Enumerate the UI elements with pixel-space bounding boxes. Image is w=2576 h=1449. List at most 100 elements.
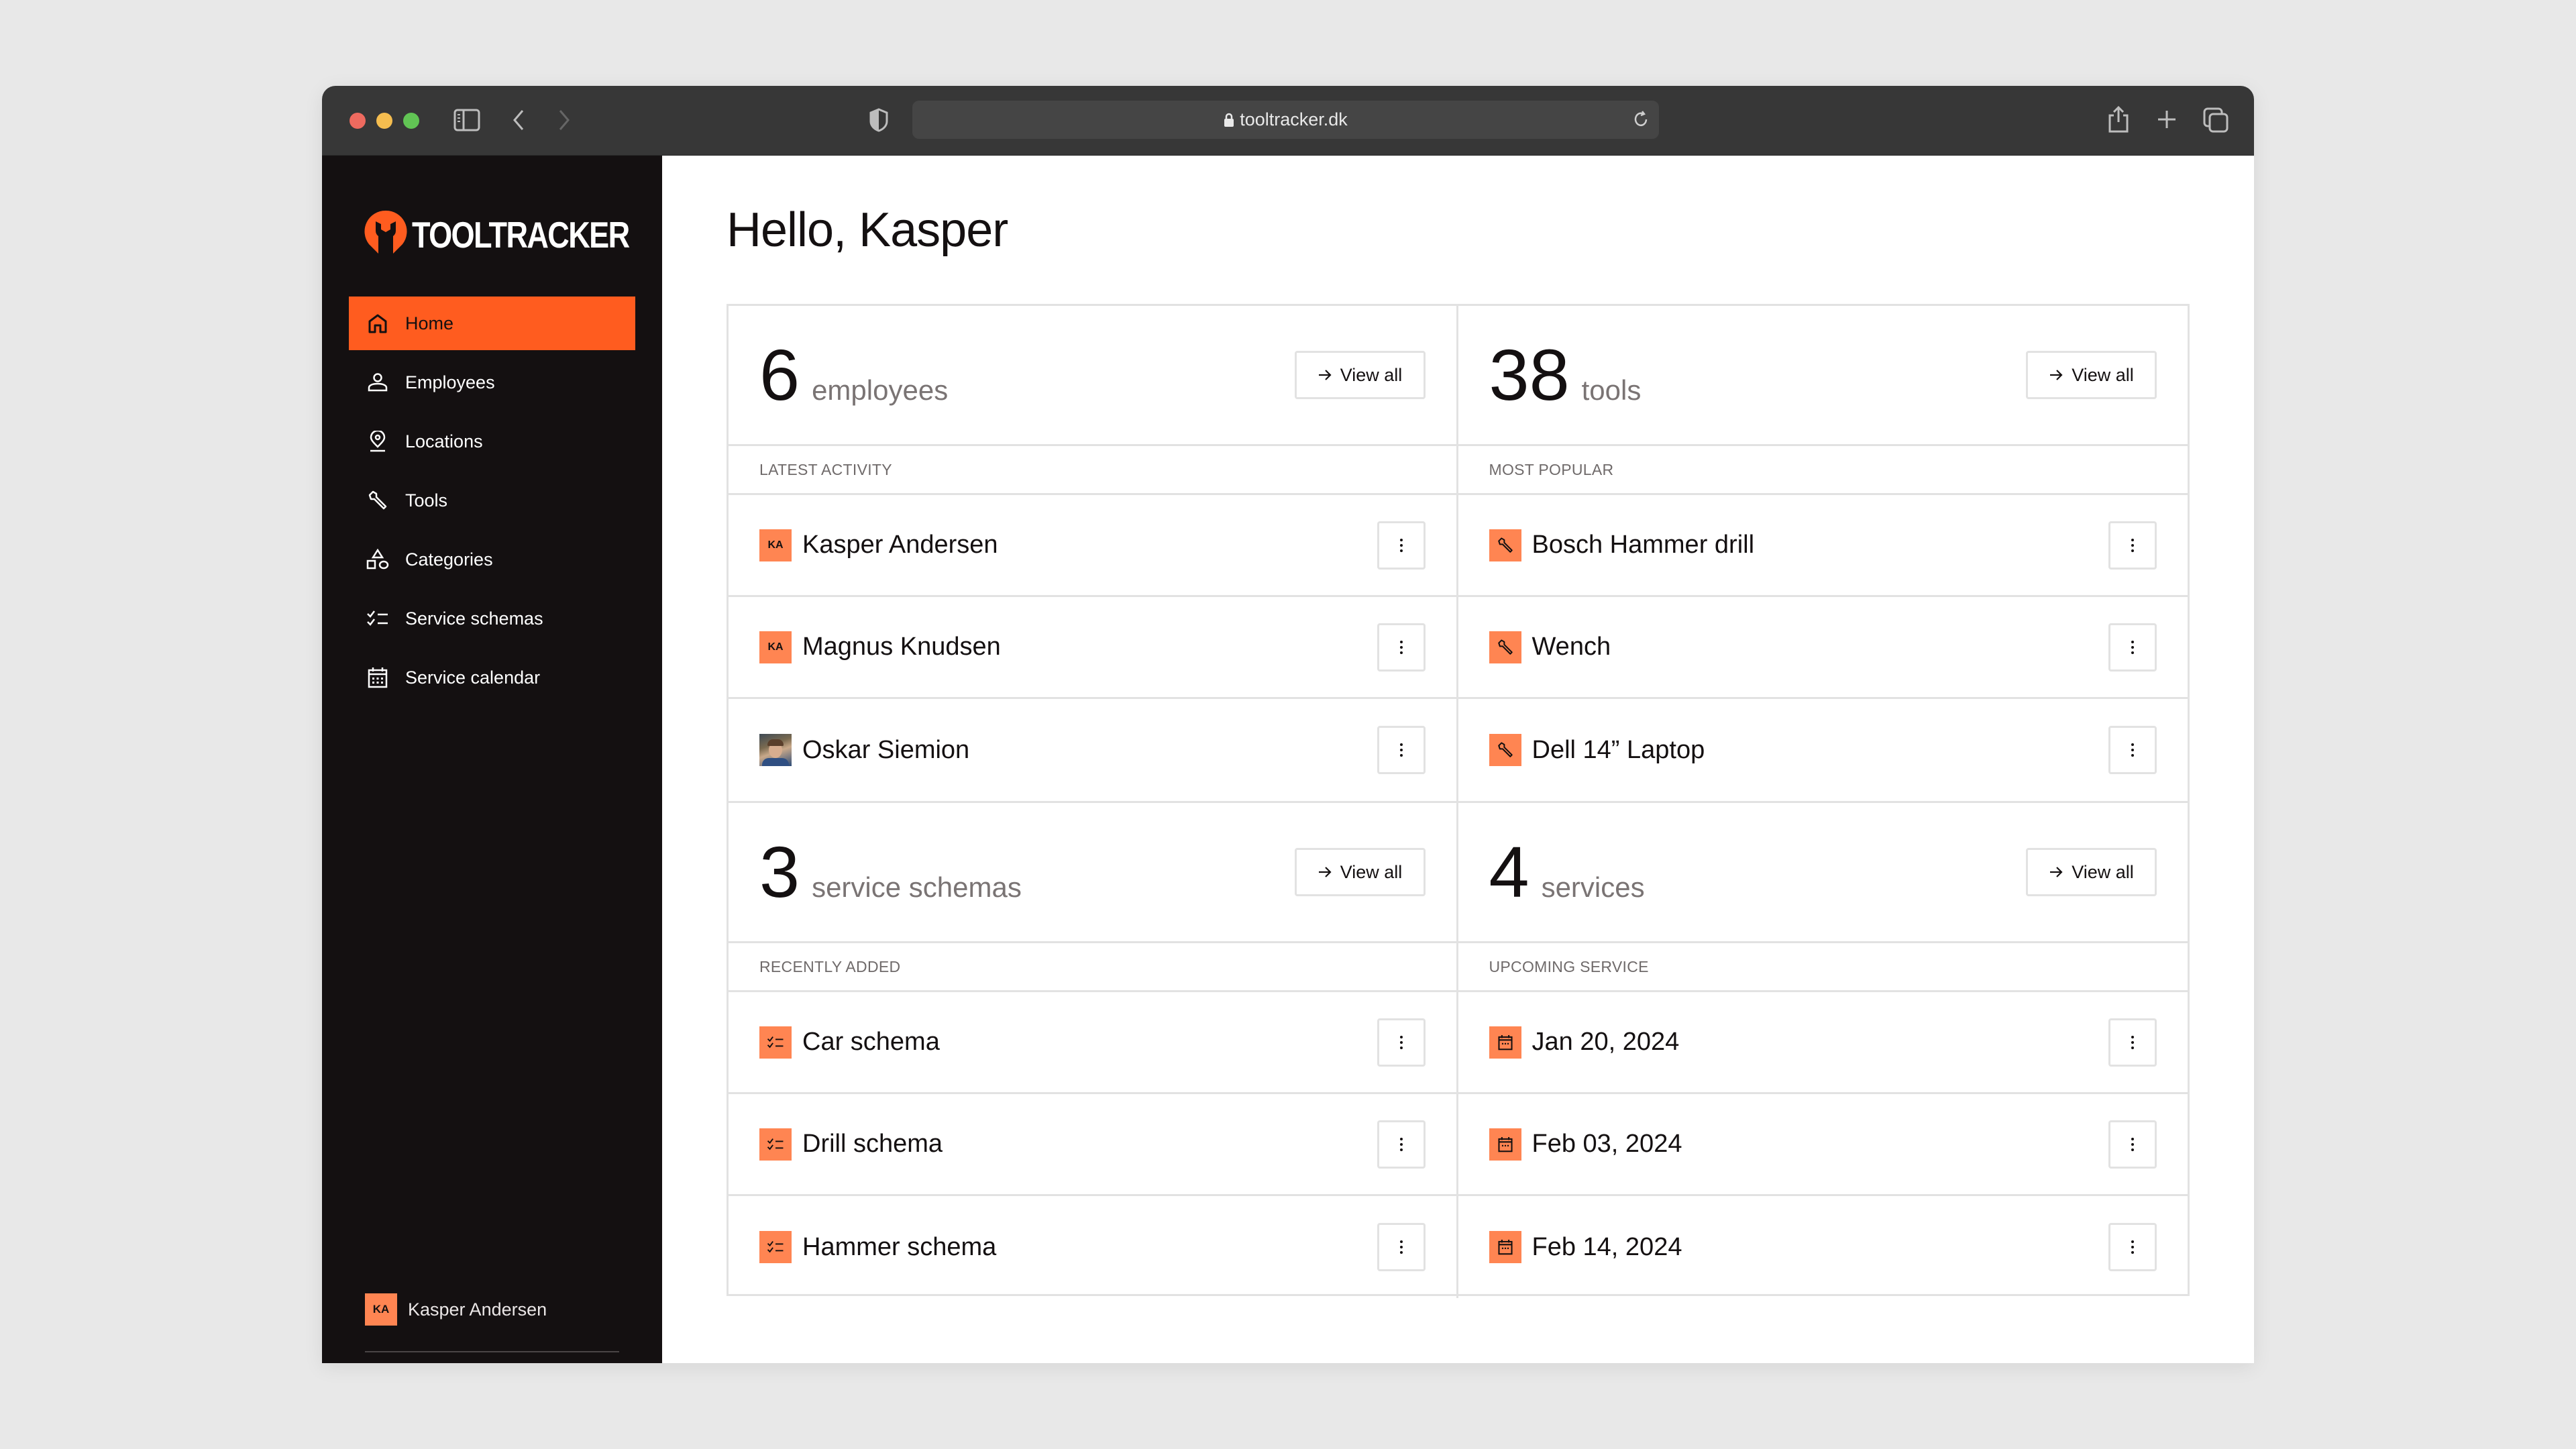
list-item[interactable]: Car schema [729, 992, 1456, 1094]
sidebar-item-label: Home [405, 313, 454, 333]
minimize-window-button[interactable] [376, 113, 392, 129]
list-item[interactable]: KA Kasper Andersen [729, 495, 1456, 597]
more-options-button[interactable] [1377, 726, 1426, 774]
calendar-icon [1489, 1231, 1521, 1263]
more-options-button[interactable] [1377, 623, 1426, 672]
sidebar-item-home[interactable]: Home [349, 297, 635, 350]
avatar-photo [759, 734, 792, 766]
view-all-tools-button[interactable]: View all [2026, 351, 2157, 399]
stat-count: 3 [759, 831, 800, 912]
sidebar-item-tools[interactable]: Tools [349, 474, 635, 527]
list-item[interactable]: Dell 14” Laptop [1458, 699, 2188, 801]
page-title: Hello, Kasper [727, 203, 1008, 257]
view-all-services-button[interactable]: View all [2026, 848, 2157, 896]
item-name: Feb 03, 2024 [1532, 1130, 1682, 1158]
sidebar-item-label: Locations [405, 431, 483, 451]
list-item[interactable]: Jan 20, 2024 [1458, 992, 2188, 1094]
button-label: View all [2072, 364, 2134, 385]
list-item[interactable]: KA Magnus Knudsen [729, 597, 1456, 699]
stat-count: 4 [1489, 831, 1529, 912]
sidebar-nav: Home Employees Locations Tools Categorie… [349, 297, 635, 710]
kebab-icon [2131, 1137, 2134, 1151]
kebab-icon [1399, 1035, 1403, 1049]
list-item[interactable]: Drill schema [729, 1094, 1456, 1196]
section-label: LATEST ACTIVITY [729, 446, 1456, 495]
checklist-icon [759, 1128, 792, 1161]
button-label: View all [2072, 861, 2134, 882]
browser-window: tooltracker.dk TOOLTRACKER Home Employee… [322, 86, 2254, 1363]
new-tab-icon[interactable] [2157, 109, 2177, 129]
sidebar-toggle-icon[interactable] [453, 109, 480, 131]
more-options-button[interactable] [1377, 1223, 1426, 1271]
card-header: 4 services View all [1458, 803, 2188, 943]
back-icon[interactable] [512, 109, 525, 131]
sidebar-item-employees[interactable]: Employees [349, 356, 635, 409]
close-window-button[interactable] [350, 113, 366, 129]
wrench-icon [1489, 734, 1521, 766]
stat-label: tools [1581, 374, 1642, 406]
shield-icon[interactable] [869, 108, 888, 132]
more-options-button[interactable] [2108, 623, 2157, 672]
item-name: Wench [1532, 633, 1611, 661]
more-options-button[interactable] [2108, 521, 2157, 570]
stat-count: 38 [1489, 334, 1570, 415]
list-item[interactable]: Bosch Hammer drill [1458, 495, 2188, 597]
more-options-button[interactable] [2108, 1120, 2157, 1169]
item-name: Feb 14, 2024 [1532, 1232, 1682, 1261]
employees-card: 6 employees View all LATEST ACTIVITY KA … [729, 306, 1458, 803]
button-label: View all [1340, 861, 1403, 882]
section-label: RECENTLY ADDED [729, 943, 1456, 992]
shapes-icon [366, 548, 389, 571]
sidebar-item-label: Employees [405, 372, 495, 392]
share-icon[interactable] [2107, 105, 2130, 134]
sidebar-item-service-schemas[interactable]: Service schemas [349, 592, 635, 645]
arrow-right-icon [2049, 866, 2063, 878]
list-item[interactable]: Wench [1458, 597, 2188, 699]
service-schemas-card: 3 service schemas View all RECENTLY ADDE… [729, 803, 1458, 1298]
kebab-icon [2131, 743, 2134, 757]
list-item[interactable]: Feb 14, 2024 [1458, 1196, 2188, 1298]
list-item[interactable]: Oskar Siemion [729, 699, 1456, 801]
more-options-button[interactable] [2108, 1018, 2157, 1067]
item-name: Jan 20, 2024 [1532, 1028, 1680, 1056]
sidebar-item-label: Service schemas [405, 608, 543, 629]
checklist-icon [759, 1026, 792, 1059]
logo-text: TOOLTRACKER [412, 214, 630, 256]
kebab-icon [1399, 538, 1403, 552]
avatar: KA [365, 1293, 397, 1326]
reload-icon[interactable] [1632, 110, 1650, 133]
tools-card: 38 tools View all MOST POPULAR Bosch Ham… [1458, 306, 2188, 803]
maximize-window-button[interactable] [403, 113, 419, 129]
view-all-employees-button[interactable]: View all [1294, 351, 1426, 399]
more-options-button[interactable] [1377, 521, 1426, 570]
sidebar-item-locations[interactable]: Locations [349, 415, 635, 468]
more-options-button[interactable] [1377, 1018, 1426, 1067]
logo[interactable]: TOOLTRACKER [364, 210, 677, 259]
kebab-icon [1399, 640, 1403, 654]
calendar-icon [1489, 1026, 1521, 1059]
section-label: MOST POPULAR [1458, 446, 2188, 495]
lock-icon [1224, 113, 1234, 127]
sidebar-item-service-calendar[interactable]: Service calendar [349, 651, 635, 704]
more-options-button[interactable] [2108, 726, 2157, 774]
address-bar[interactable]: tooltracker.dk [912, 101, 1659, 139]
kebab-icon [1399, 743, 1403, 757]
more-options-button[interactable] [2108, 1223, 2157, 1271]
stat-count: 6 [759, 334, 800, 415]
more-options-button[interactable] [1377, 1120, 1426, 1169]
wrench-icon [366, 489, 389, 512]
section-label: UPCOMING SERVICE [1458, 943, 2188, 992]
kebab-icon [2131, 538, 2134, 552]
tabs-overview-icon[interactable] [2203, 107, 2229, 133]
browser-titlebar: tooltracker.dk [322, 86, 2254, 156]
list-item[interactable]: Feb 03, 2024 [1458, 1094, 2188, 1196]
calendar-icon [366, 666, 389, 689]
view-all-service-schemas-button[interactable]: View all [1294, 848, 1426, 896]
current-user[interactable]: KA Kasper Andersen [365, 1293, 547, 1326]
sidebar-item-categories[interactable]: Categories [349, 533, 635, 586]
sidebar-divider [365, 1351, 619, 1352]
list-item[interactable]: Hammer schema [729, 1196, 1456, 1298]
checklist-icon [366, 607, 389, 630]
sidebar: TOOLTRACKER Home Employees Locations Too… [322, 156, 662, 1363]
forward-icon[interactable] [557, 109, 571, 131]
